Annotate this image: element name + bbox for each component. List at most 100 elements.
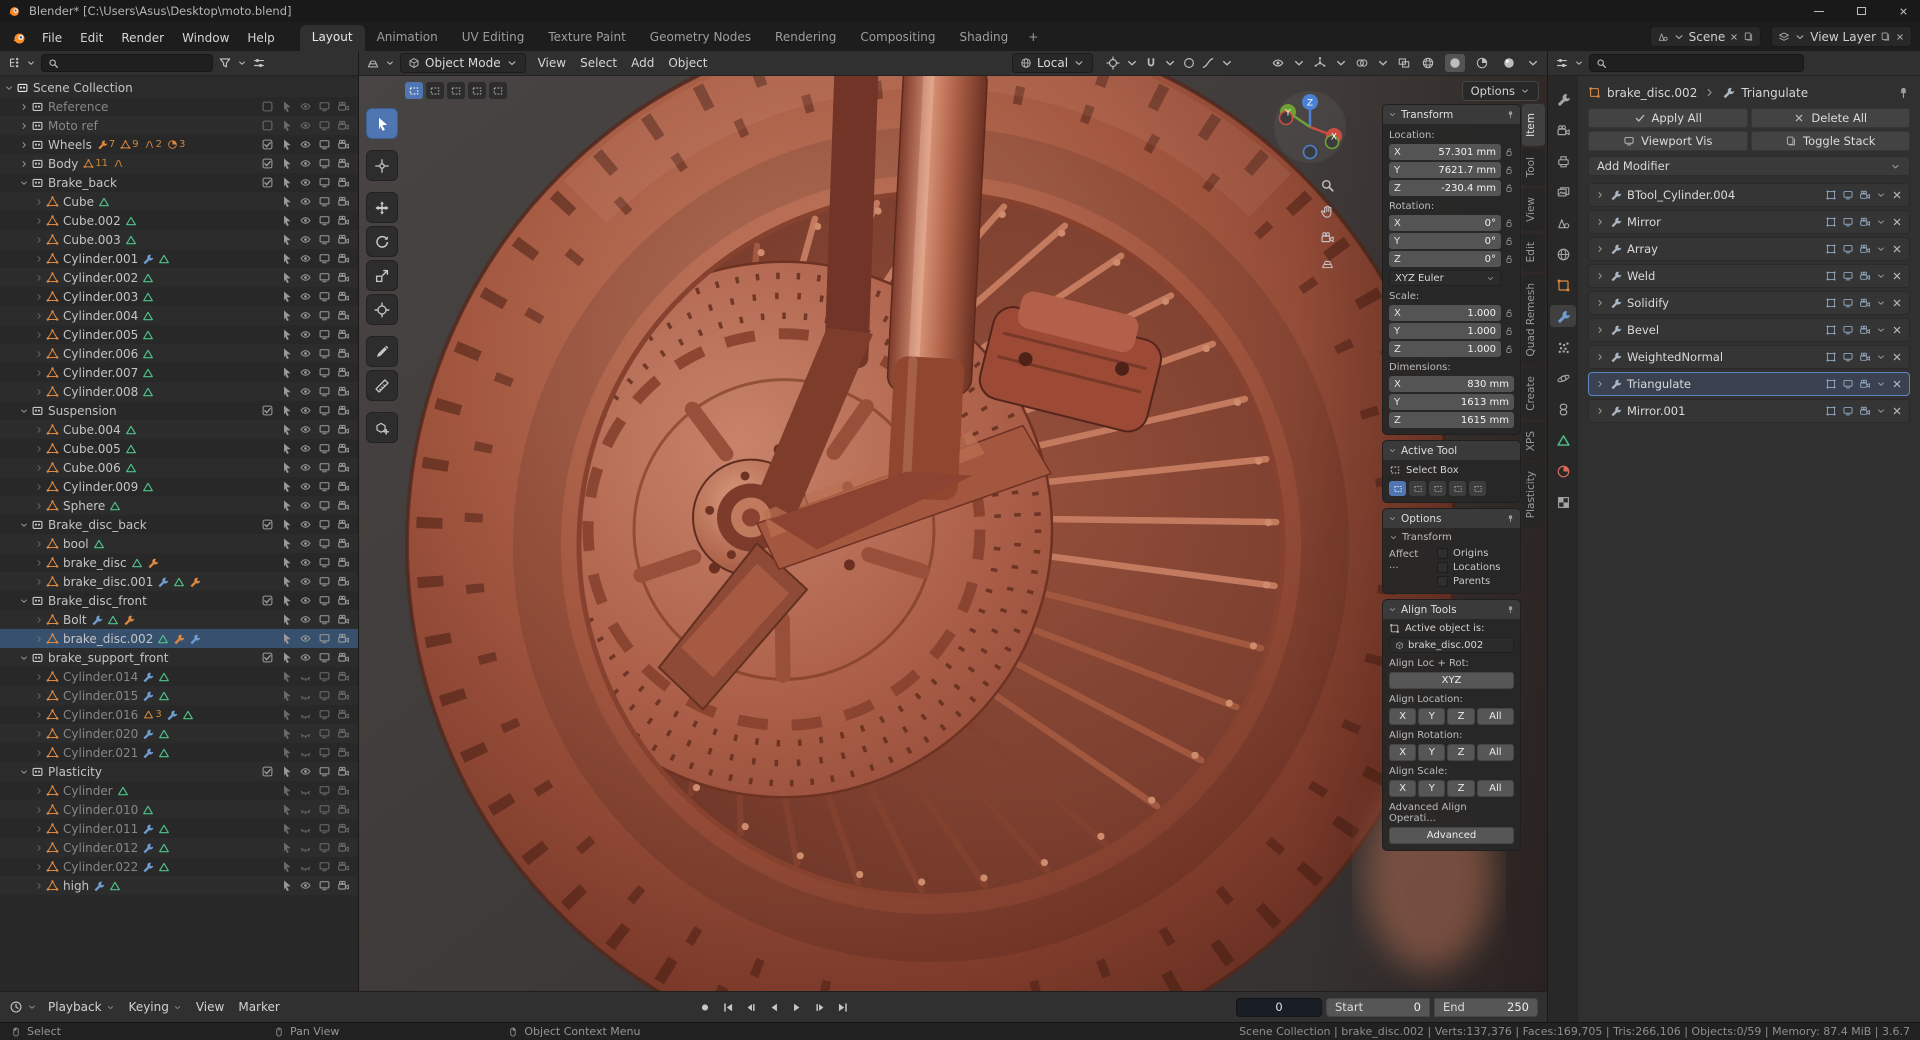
options-panel-header[interactable]: Options — [1383, 509, 1520, 528]
outliner-row-cube-003[interactable]: Cube.003 — [0, 230, 358, 249]
viewport-menu-select[interactable]: Select — [573, 53, 624, 73]
disclosure-icon[interactable] — [34, 805, 44, 815]
disclosure-icon[interactable] — [19, 520, 29, 530]
selectable-toggle-icon[interactable] — [280, 252, 293, 265]
hide-toggle-icon[interactable] — [299, 119, 312, 132]
outliner-row-cylinder-006[interactable]: Cylinder.006 — [0, 344, 358, 363]
hide-toggle-icon[interactable] — [299, 271, 312, 284]
viewport-disable-icon[interactable] — [318, 214, 331, 227]
falloff-curve-icon[interactable] — [1201, 56, 1215, 70]
selectable-toggle-icon[interactable] — [280, 499, 293, 512]
hide-toggle-icon[interactable] — [299, 689, 312, 702]
menu-render[interactable]: Render — [112, 27, 173, 51]
outliner-row-cylinder-011[interactable]: Cylinder.011 — [0, 819, 358, 838]
outliner-row-cylinder-015[interactable]: Cylinder.015 — [0, 686, 358, 705]
selectable-toggle-icon[interactable] — [280, 271, 293, 284]
outliner-search-input[interactable] — [64, 56, 206, 70]
options-dropdown[interactable]: Options — [1462, 81, 1539, 101]
realtime-toggle-icon[interactable] — [1842, 243, 1854, 255]
selectable-toggle-icon[interactable] — [280, 537, 293, 550]
new-layer-icon[interactable] — [1880, 31, 1891, 42]
tool-move-button[interactable] — [366, 192, 398, 223]
viewport-disable-icon[interactable] — [318, 347, 331, 360]
properties-tab-object[interactable] — [1550, 274, 1576, 296]
hide-toggle-icon[interactable] — [299, 252, 312, 265]
properties-tab-scene[interactable] — [1550, 212, 1576, 234]
extras-menu-icon[interactable] — [1876, 271, 1886, 281]
select-box-mode-3[interactable] — [1449, 481, 1466, 496]
sidebar-tab-create[interactable]: Create — [1522, 367, 1545, 420]
realtime-toggle-icon[interactable] — [1842, 324, 1854, 336]
render-disable-icon[interactable] — [337, 461, 350, 474]
outliner-row-cylinder-020[interactable]: Cylinder.020 — [0, 724, 358, 743]
disclosure-icon[interactable] — [34, 216, 44, 226]
align-scale-all-button[interactable]: All — [1477, 780, 1514, 797]
disclosure-icon[interactable] — [34, 729, 44, 739]
edit-mode-toggle-icon[interactable] — [1825, 243, 1837, 255]
extras-menu-icon[interactable] — [1876, 244, 1886, 254]
viewport-disable-icon[interactable] — [318, 803, 331, 816]
outliner-row-bolt[interactable]: Bolt — [0, 610, 358, 629]
disclosure-icon[interactable] — [4, 83, 14, 93]
render-disable-icon[interactable] — [337, 423, 350, 436]
edit-mode-toggle-icon[interactable] — [1825, 189, 1837, 201]
camera-view-icon[interactable] — [1320, 230, 1335, 245]
unlink-icon[interactable] — [1729, 32, 1739, 42]
jump-to-end-button[interactable] — [832, 998, 853, 1017]
outliner-row-suspension[interactable]: Suspension — [0, 401, 358, 420]
rotation-x-field[interactable]: X0° — [1389, 215, 1501, 231]
properties-tab-view-layer[interactable] — [1550, 181, 1576, 203]
remove-modifier-icon[interactable] — [1891, 324, 1903, 336]
add-workspace-button[interactable]: + — [1020, 25, 1046, 51]
dimensions-z-field[interactable]: Z1615 mm — [1389, 412, 1514, 428]
outliner-row-cylinder-010[interactable]: Cylinder.010 — [0, 800, 358, 819]
viewport-disable-icon[interactable] — [318, 119, 331, 132]
rotation-y-field[interactable]: Y0° — [1389, 233, 1501, 249]
selectable-toggle-icon[interactable] — [280, 423, 293, 436]
hide-toggle-icon[interactable] — [299, 233, 312, 246]
edit-mode-toggle-icon[interactable] — [1825, 405, 1837, 417]
outliner-row-high[interactable]: high — [0, 876, 358, 895]
disclosure-icon[interactable] — [34, 387, 44, 397]
viewport-menu-add[interactable]: Add — [624, 53, 661, 73]
outliner-row-reference[interactable]: Reference — [0, 97, 358, 116]
viewport-disable-icon[interactable] — [318, 366, 331, 379]
render-disable-icon[interactable] — [337, 689, 350, 702]
lock-icon[interactable] — [1504, 183, 1514, 193]
hide-toggle-icon[interactable] — [299, 860, 312, 873]
realtime-toggle-icon[interactable] — [1842, 405, 1854, 417]
disclosure-icon[interactable] — [34, 330, 44, 340]
selectable-toggle-icon[interactable] — [280, 100, 293, 113]
delete-all-button[interactable]: Delete All — [1751, 108, 1911, 128]
extras-menu-icon[interactable] — [1876, 217, 1886, 227]
viewport-disable-icon[interactable] — [318, 746, 331, 759]
active-object-field[interactable]: brake_disc.002 — [1389, 637, 1514, 653]
select-box-mode-4[interactable] — [1469, 481, 1486, 496]
selectable-toggle-icon[interactable] — [280, 195, 293, 208]
render-disable-icon[interactable] — [337, 328, 350, 341]
show-gizmos-icon[interactable] — [1313, 56, 1327, 70]
sidebar-tab-xps[interactable]: XPS — [1522, 422, 1545, 460]
viewport-disable-icon[interactable] — [318, 879, 331, 892]
pin-icon[interactable] — [1506, 514, 1515, 523]
modifier-triangulate[interactable]: Triangulate — [1588, 372, 1910, 396]
location-x-field[interactable]: X57.301 mm — [1389, 144, 1501, 160]
hide-toggle-icon[interactable] — [299, 537, 312, 550]
render-disable-icon[interactable] — [337, 727, 350, 740]
select-mode-0-button[interactable] — [405, 82, 423, 99]
pin-icon[interactable] — [1506, 110, 1515, 119]
render-disable-icon[interactable] — [337, 195, 350, 208]
rotation-mode-dropdown[interactable]: XYZ Euler — [1389, 270, 1501, 286]
realtime-toggle-icon[interactable] — [1842, 297, 1854, 309]
maximize-button[interactable] — [1844, 0, 1878, 22]
align-xyz-button[interactable]: XYZ — [1389, 672, 1514, 689]
render-toggle-icon[interactable] — [1859, 351, 1871, 363]
selectable-toggle-icon[interactable] — [280, 708, 293, 721]
viewport-disable-icon[interactable] — [318, 632, 331, 645]
outliner-row-cube-002[interactable]: Cube.002 — [0, 211, 358, 230]
viewport-disable-icon[interactable] — [318, 727, 331, 740]
snap-magnet-icon[interactable] — [1144, 56, 1158, 70]
blender-menu-button[interactable] — [6, 28, 33, 51]
disclosure-icon[interactable] — [34, 634, 44, 644]
viewport-disable-icon[interactable] — [318, 765, 331, 778]
